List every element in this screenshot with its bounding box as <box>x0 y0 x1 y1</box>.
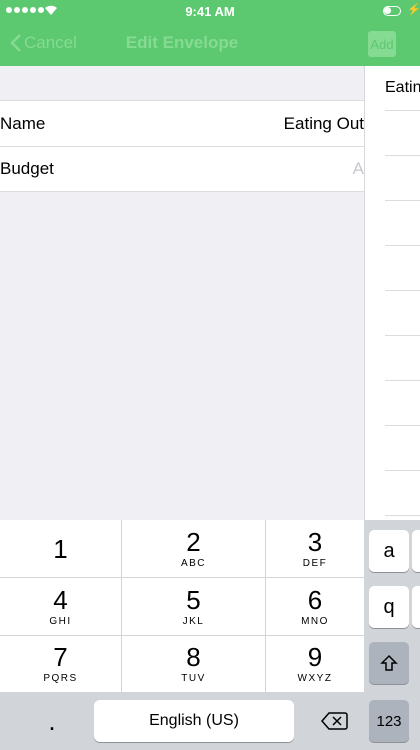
key-1[interactable]: 1 <box>0 520 121 577</box>
divider <box>385 515 420 516</box>
side-panel: Eating <box>364 66 420 520</box>
add-button[interactable]: Add <box>368 31 396 57</box>
key-8[interactable]: 8 TUV <box>122 636 265 692</box>
key-partial[interactable] <box>412 530 420 572</box>
key-3[interactable]: 3 DEF <box>266 520 364 577</box>
side-panel-title: Eating <box>385 79 420 96</box>
key-9[interactable]: 9 WXYZ <box>266 636 364 692</box>
delete-key[interactable] <box>304 700 364 742</box>
budget-field[interactable]: A <box>353 159 364 179</box>
key-q[interactable]: q <box>369 586 409 628</box>
key-partial[interactable] <box>412 586 420 628</box>
numbers-key[interactable]: 123 <box>369 700 409 742</box>
key-4[interactable]: 4 GHI <box>0 578 121 635</box>
key-a[interactable]: a <box>369 530 409 572</box>
language-key[interactable]: English (US) <box>94 700 294 742</box>
divider <box>385 290 420 291</box>
key-5[interactable]: 5 JKL <box>122 578 265 635</box>
dot-key[interactable]: . <box>0 692 104 750</box>
status-time: 9:41 AM <box>185 4 235 19</box>
page-title: Edit Envelope <box>125 33 239 52</box>
budget-label: Budget <box>0 159 54 178</box>
name-field[interactable]: Eating Out <box>284 114 364 134</box>
keypad-bottom-row: . English (US) <box>0 692 364 750</box>
divider <box>385 200 420 201</box>
divider <box>385 155 420 156</box>
shift-icon <box>380 654 398 671</box>
divider <box>385 245 420 246</box>
divider <box>385 380 420 381</box>
divider <box>385 335 420 336</box>
key-2[interactable]: 2 ABC <box>122 520 265 577</box>
divider <box>385 470 420 471</box>
top-bar: 9:41 AM ⚡ Cancel Edit Envelope Add <box>0 0 420 66</box>
envelope-form: Name Eating Out Budget A <box>0 100 364 192</box>
toggle-icon <box>383 6 401 16</box>
charging-icon: ⚡ <box>407 4 420 16</box>
navigation-bar: Cancel Edit Envelope Add <box>0 22 420 66</box>
name-label: Name <box>0 113 46 133</box>
backspace-icon <box>321 712 348 730</box>
status-bar: 9:41 AM ⚡ <box>0 0 420 22</box>
name-row[interactable]: Name Eating Out <box>0 101 364 146</box>
shift-key[interactable] <box>369 642 409 684</box>
divider <box>385 425 420 426</box>
budget-row[interactable]: Budget A <box>0 146 364 191</box>
key-6[interactable]: 6 MNO <box>266 578 364 635</box>
divider <box>385 110 420 111</box>
key-7[interactable]: 7 PQRS <box>0 636 121 692</box>
side-keyboard: a q 123 <box>364 520 420 750</box>
